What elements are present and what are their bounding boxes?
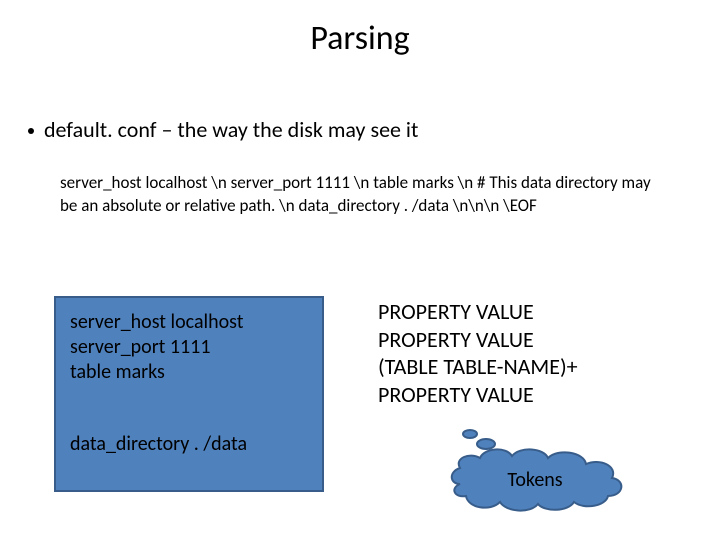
raw-disk-paragraph: server_host localhost \n server_port 111… <box>60 172 660 218</box>
grammar-line-4: PROPERTY VALUE <box>378 381 578 409</box>
config-line-4: data_directory . /data <box>70 432 312 457</box>
parsed-config-lower: data_directory . /data <box>70 432 312 457</box>
grammar-line-3: (TABLE TABLE-NAME)+ <box>378 353 578 381</box>
config-line-3: table marks <box>70 360 312 385</box>
config-line-1: server_host localhost <box>70 310 312 335</box>
config-line-2: server_port 1111 <box>70 335 312 360</box>
bullet-dot-icon <box>28 128 34 134</box>
parsed-config-box: server_host localhost server_port 1111 t… <box>54 296 324 492</box>
grammar-line-1: PROPERTY VALUE <box>378 298 578 326</box>
grammar-line-2: PROPERTY VALUE <box>378 326 578 354</box>
tokens-cloud: Tokens <box>440 424 630 514</box>
page-title: Parsing <box>0 18 720 59</box>
cloud-label: Tokens <box>440 468 630 492</box>
grammar-block: PROPERTY VALUE PROPERTY VALUE (TABLE TAB… <box>378 298 578 408</box>
parsed-config-upper: server_host localhost server_port 1111 t… <box>70 310 312 385</box>
slide: Parsing default. conf – the way the disk… <box>0 0 720 540</box>
bullet-item: default. conf – the way the disk may see… <box>28 116 690 143</box>
bullet-text: default. conf – the way the disk may see… <box>44 116 418 143</box>
